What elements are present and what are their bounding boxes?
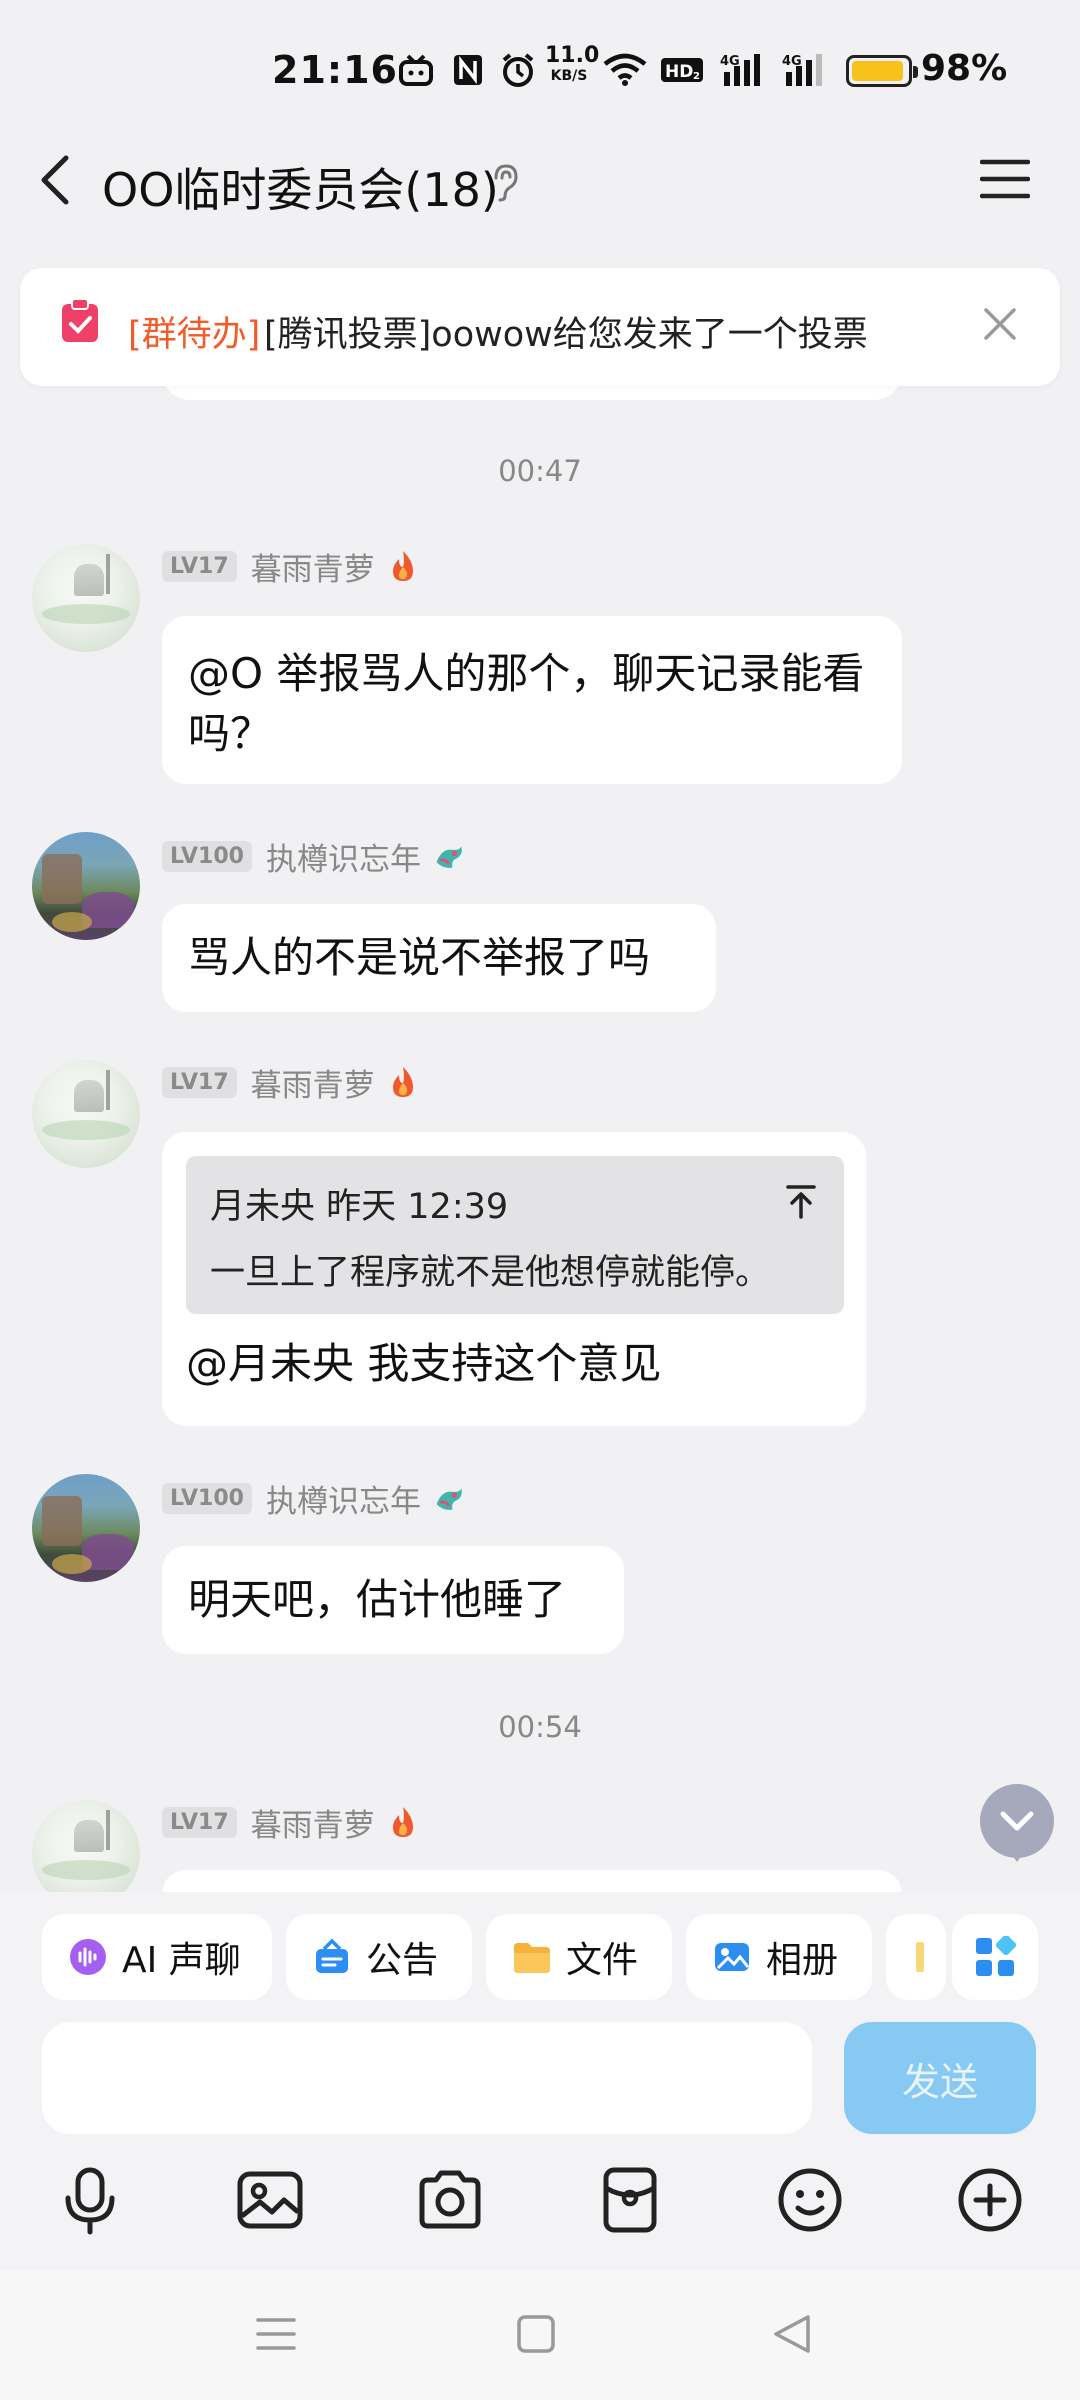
quick-action-label: AI 声聊 bbox=[122, 1940, 241, 1981]
sender-name[interactable]: 暮雨青萝 bbox=[251, 544, 375, 589]
notice-text: [腾讯投票]oowow给您发来了一个投票 bbox=[264, 315, 868, 355]
svg-text:HD: HD bbox=[665, 62, 693, 82]
message-bubble[interactable]: 明天吧，估计他睡了 bbox=[162, 1546, 624, 1654]
avatar[interactable] bbox=[32, 544, 140, 652]
chevron-down-icon bbox=[1000, 1811, 1034, 1831]
page-title[interactable]: OO临时委员会(18) bbox=[102, 154, 499, 220]
quick-action-partial[interactable] bbox=[886, 1914, 946, 2000]
wifi-icon bbox=[603, 53, 647, 86]
svg-text:2: 2 bbox=[693, 71, 700, 82]
net-speed: 11.0 KB/S bbox=[545, 43, 600, 86]
status-time: 21:16 bbox=[272, 48, 398, 92]
quick-action-ai-voice[interactable]: AI 声聊 bbox=[42, 1914, 272, 2000]
alarm-icon bbox=[502, 53, 534, 87]
avatar[interactable] bbox=[32, 1474, 140, 1582]
hd-icon: HD 2 bbox=[661, 58, 703, 82]
battery-icon bbox=[846, 55, 918, 87]
level-badge: LV17 bbox=[162, 550, 237, 582]
battery-percent: 98% bbox=[921, 48, 1008, 89]
quick-action-album[interactable]: 相册 bbox=[686, 1914, 872, 2000]
album-icon bbox=[715, 1943, 750, 1971]
ai-voice-icon bbox=[70, 1939, 106, 1975]
quoted-message[interactable]: 月未央 昨天 12:39 一旦上了程序就不是他想停就能停。 bbox=[186, 1156, 844, 1314]
flame-icon bbox=[392, 1807, 413, 1837]
jump-to-original-icon[interactable] bbox=[784, 1184, 818, 1220]
signal-4g-icon-1: 4G bbox=[720, 54, 760, 86]
net-speed-value: 11.0 bbox=[545, 43, 600, 68]
quote-author: 月未央 bbox=[210, 1187, 316, 1227]
app-grid-icon bbox=[976, 1936, 1016, 1976]
tv-icon bbox=[399, 54, 433, 86]
flame-icon bbox=[392, 1067, 413, 1097]
red-packet-icon[interactable] bbox=[594, 2164, 666, 2236]
ear-icon[interactable] bbox=[488, 162, 522, 202]
sender-name[interactable]: 暮雨青萝 bbox=[251, 1060, 375, 1105]
partial-message: LV17 暮雨青萝 bbox=[0, 1780, 1080, 1892]
menu-icon[interactable] bbox=[980, 157, 1030, 201]
battery-fill bbox=[852, 61, 903, 81]
sender-name[interactable]: 执樽识忘年 bbox=[266, 834, 421, 879]
level-badge: LV17 bbox=[162, 1806, 237, 1838]
menu-nav-icon[interactable] bbox=[254, 2312, 298, 2356]
level-badge: LV17 bbox=[162, 1066, 237, 1098]
microphone-icon[interactable] bbox=[54, 2164, 126, 2236]
nfc-icon bbox=[454, 55, 482, 85]
level-badge: LV100 bbox=[162, 1482, 252, 1514]
close-icon[interactable] bbox=[982, 306, 1018, 342]
net-speed-unit: KB/S bbox=[550, 68, 588, 84]
sender-meta: LV17 暮雨青萝 bbox=[162, 1800, 419, 1845]
sender-name[interactable]: 执樽识忘年 bbox=[266, 1476, 421, 1521]
sender-meta: LV17 暮雨青萝 bbox=[162, 544, 419, 589]
avatar[interactable] bbox=[32, 832, 140, 940]
quote-time: 昨天 12:39 bbox=[326, 1187, 509, 1227]
home-nav-icon[interactable] bbox=[514, 2312, 558, 2356]
quick-action-label: 相册 bbox=[766, 1940, 839, 1981]
emoji-icon[interactable] bbox=[774, 2164, 846, 2236]
back-arrow-icon[interactable] bbox=[32, 150, 80, 210]
message-timestamp: 00:54 bbox=[498, 1710, 582, 1744]
folder-icon bbox=[514, 1943, 550, 1973]
quick-action-files[interactable]: 文件 bbox=[486, 1914, 672, 2000]
quick-action-label: 文件 bbox=[566, 1940, 639, 1981]
notice-tag: [群待办] bbox=[128, 315, 261, 355]
group-todo-banner[interactable]: [群待办] [腾讯投票]oowow给您发来了一个投票 bbox=[20, 268, 1060, 386]
send-button[interactable]: 发送 bbox=[844, 2022, 1036, 2134]
quick-action-label: 公告 bbox=[366, 1940, 439, 1981]
message-bubble[interactable]: @O 举报骂人的那个，聊天记录能看吗？ bbox=[162, 616, 902, 784]
announcement-icon bbox=[316, 1938, 348, 1973]
scroll-to-bottom-button[interactable] bbox=[980, 1784, 1054, 1862]
message-bubble[interactable]: 骂人的不是说不举报了吗 bbox=[162, 904, 716, 1012]
sender-meta: LV100 执樽识忘年 bbox=[162, 834, 465, 879]
signal-4g-icon-2: 4G bbox=[782, 54, 822, 86]
dragon-icon bbox=[436, 1488, 462, 1510]
quote-header: 月未央 昨天 12:39 bbox=[210, 1178, 508, 1229]
dragon-icon bbox=[436, 846, 462, 868]
plus-icon[interactable] bbox=[954, 2164, 1026, 2236]
quick-action-announcement[interactable]: 公告 bbox=[286, 1914, 472, 2000]
image-icon[interactable] bbox=[234, 2164, 306, 2236]
message-text: @月未央 我支持这个意见 bbox=[186, 1339, 662, 1388]
status-bar: 21:16 11.0 KB/S HD 2 4G 4G 98% bbox=[0, 0, 1080, 140]
avatar[interactable] bbox=[32, 1800, 140, 1892]
back-nav-icon[interactable] bbox=[770, 2312, 814, 2356]
avatar[interactable] bbox=[32, 1060, 140, 1168]
flame-icon bbox=[392, 551, 413, 581]
sender-meta: LV100 执樽识忘年 bbox=[162, 1476, 465, 1521]
quote-text: 一旦上了程序就不是他想停就能停。 bbox=[210, 1253, 771, 1293]
message-input[interactable] bbox=[42, 2022, 812, 2134]
sender-name[interactable]: 暮雨青萝 bbox=[251, 1800, 375, 1845]
message-bubble[interactable] bbox=[162, 1870, 902, 1892]
camera-icon[interactable] bbox=[414, 2164, 486, 2236]
message-timestamp: 00:47 bbox=[498, 454, 582, 488]
more-apps-button[interactable] bbox=[952, 1914, 1038, 2000]
sender-meta: LV17 暮雨青萝 bbox=[162, 1060, 419, 1105]
clipboard-check-icon bbox=[62, 298, 98, 342]
level-badge: LV100 bbox=[162, 840, 252, 872]
